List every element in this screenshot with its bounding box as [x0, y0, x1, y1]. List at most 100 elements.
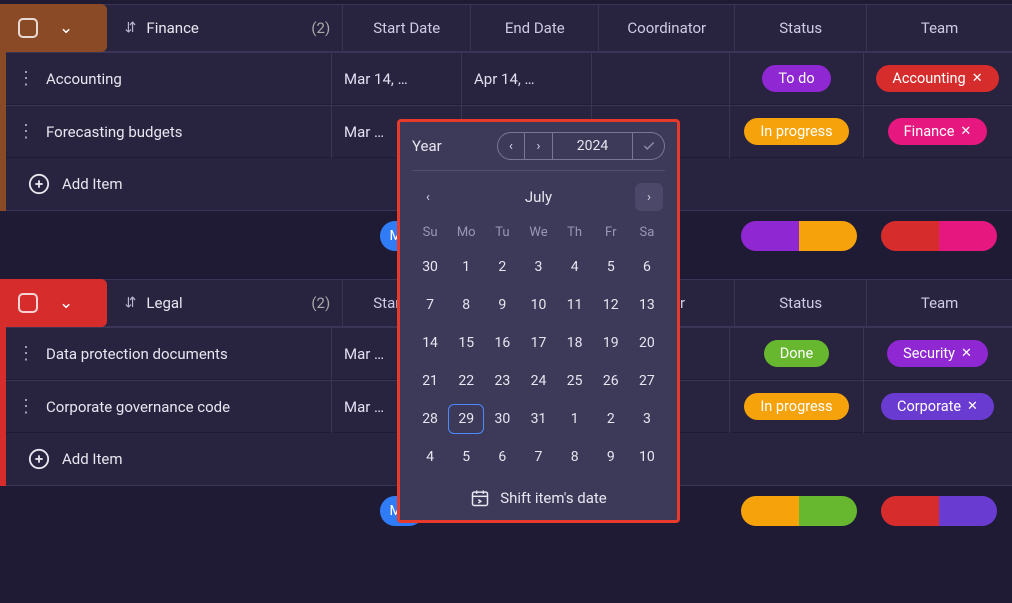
- column-header-coordinator[interactable]: Coordinator: [598, 4, 734, 52]
- group-checkbox[interactable]: [18, 18, 38, 38]
- calendar-day[interactable]: 12: [593, 290, 629, 320]
- column-header-status[interactable]: Status: [734, 4, 866, 52]
- calendar-day[interactable]: 21: [412, 366, 448, 396]
- item-name[interactable]: Corporate governance code: [46, 398, 331, 416]
- calendar-day[interactable]: 28: [412, 404, 448, 434]
- month-next-button[interactable]: ›: [635, 183, 663, 211]
- calendar-day[interactable]: 18: [557, 328, 593, 358]
- group-name[interactable]: Finance: [146, 19, 311, 37]
- year-confirm-button[interactable]: [633, 132, 665, 160]
- calendar-day[interactable]: 20: [629, 328, 665, 358]
- column-header-team[interactable]: Team: [866, 279, 1012, 327]
- item-name[interactable]: Accounting: [46, 70, 331, 88]
- calendar-day[interactable]: 23: [484, 366, 520, 396]
- calendar-day[interactable]: 3: [520, 252, 556, 282]
- calendar-day[interactable]: 15: [448, 328, 484, 358]
- collapse-icon[interactable]: ⇵: [125, 295, 137, 311]
- status-badge[interactable]: In progress: [744, 118, 848, 145]
- status-badge[interactable]: To do: [762, 65, 830, 92]
- calendar-day[interactable]: 24: [520, 366, 556, 396]
- calendar-day[interactable]: 4: [557, 252, 593, 282]
- column-header-start[interactable]: Start Date: [342, 4, 470, 52]
- calendar-day[interactable]: 22: [448, 366, 484, 396]
- chevron-down-icon[interactable]: ⌄: [59, 293, 73, 313]
- column-header-team[interactable]: Team: [866, 4, 1012, 52]
- cell-start-date[interactable]: Mar 14, …: [331, 52, 461, 105]
- month-label: July: [525, 188, 552, 206]
- team-tag[interactable]: Accounting ✕: [876, 65, 998, 92]
- group-name[interactable]: Legal: [146, 294, 311, 312]
- calendar-day[interactable]: 2: [593, 404, 629, 434]
- calendar-day[interactable]: 10: [520, 290, 556, 320]
- calendar-day[interactable]: 17: [520, 328, 556, 358]
- calendar-day[interactable]: 29: [448, 404, 484, 434]
- cell-end-date[interactable]: Apr 14, …: [461, 52, 591, 105]
- calendar-day[interactable]: 7: [520, 442, 556, 472]
- row-menu-icon[interactable]: ⋮: [6, 403, 46, 410]
- calendar-day[interactable]: 26: [593, 366, 629, 396]
- status-badge[interactable]: In progress: [744, 393, 848, 420]
- close-icon[interactable]: ✕: [967, 399, 978, 414]
- calendar-day[interactable]: 19: [593, 328, 629, 358]
- calendar-day[interactable]: 13: [629, 290, 665, 320]
- calendar-day[interactable]: 5: [448, 442, 484, 472]
- calendar-day[interactable]: 2: [484, 252, 520, 282]
- table-row[interactable]: ⋮ Accounting Mar 14, … Apr 14, … To do A…: [0, 52, 1012, 105]
- month-prev-button[interactable]: ‹: [414, 183, 442, 211]
- calendar-day[interactable]: 30: [484, 404, 520, 434]
- calendar-day[interactable]: 5: [593, 252, 629, 282]
- team-tag[interactable]: Corporate ✕: [881, 393, 994, 420]
- calendar-day[interactable]: 31: [520, 404, 556, 434]
- chevron-down-icon[interactable]: ⌄: [59, 18, 73, 38]
- team-tag[interactable]: Finance ✕: [888, 118, 988, 145]
- calendar-day[interactable]: 7: [412, 290, 448, 320]
- calendar-day[interactable]: 16: [484, 328, 520, 358]
- row-menu-icon[interactable]: ⋮: [6, 75, 46, 82]
- item-name[interactable]: Data protection documents: [46, 345, 331, 363]
- close-icon[interactable]: ✕: [972, 71, 983, 86]
- cell-status[interactable]: In progress: [729, 380, 863, 433]
- cell-status[interactable]: Done: [729, 327, 863, 380]
- calendar-shift-icon: [470, 488, 490, 508]
- calendar-day[interactable]: 4: [412, 442, 448, 472]
- status-badge[interactable]: Done: [764, 340, 829, 367]
- cell-team[interactable]: Accounting ✕: [863, 52, 1011, 105]
- calendar-day[interactable]: 6: [629, 252, 665, 282]
- cell-team[interactable]: Security ✕: [863, 327, 1011, 380]
- column-header-end[interactable]: End Date: [470, 4, 598, 52]
- collapse-icon[interactable]: ⇵: [125, 20, 137, 36]
- cell-status[interactable]: In progress: [729, 105, 863, 158]
- calendar-day[interactable]: 8: [448, 290, 484, 320]
- row-menu-icon[interactable]: ⋮: [6, 128, 46, 135]
- year-next-button[interactable]: ›: [525, 132, 553, 160]
- calendar-day[interactable]: 30: [412, 252, 448, 282]
- close-icon[interactable]: ✕: [960, 124, 971, 139]
- group-checkbox[interactable]: [18, 293, 38, 313]
- team-tag[interactable]: Security ✕: [887, 340, 988, 367]
- calendar-day[interactable]: 27: [629, 366, 665, 396]
- calendar-day[interactable]: 9: [484, 290, 520, 320]
- group-header: ⌄ ⇵ Finance (2) Start Date End Date Coor…: [0, 4, 1012, 52]
- calendar-day[interactable]: 9: [593, 442, 629, 472]
- cell-team[interactable]: Corporate ✕: [863, 380, 1011, 433]
- calendar-day[interactable]: 1: [557, 404, 593, 434]
- close-icon[interactable]: ✕: [961, 346, 972, 361]
- shift-date-button[interactable]: Shift item's date: [412, 476, 665, 508]
- calendar-day[interactable]: 3: [629, 404, 665, 434]
- summary-status-pill: [741, 496, 857, 526]
- cell-coordinator[interactable]: [591, 52, 729, 105]
- calendar-day[interactable]: 25: [557, 366, 593, 396]
- column-header-status[interactable]: Status: [734, 279, 866, 327]
- calendar-day[interactable]: 6: [484, 442, 520, 472]
- calendar-day[interactable]: 8: [557, 442, 593, 472]
- year-prev-button[interactable]: ‹: [497, 132, 525, 160]
- calendar-day[interactable]: 10: [629, 442, 665, 472]
- row-menu-icon[interactable]: ⋮: [6, 350, 46, 357]
- cell-team[interactable]: Finance ✕: [863, 105, 1011, 158]
- calendar-day[interactable]: 11: [557, 290, 593, 320]
- calendar-day[interactable]: 14: [412, 328, 448, 358]
- year-value[interactable]: 2024: [553, 132, 633, 160]
- item-name[interactable]: Forecasting budgets: [46, 123, 331, 141]
- cell-status[interactable]: To do: [729, 52, 863, 105]
- calendar-day[interactable]: 1: [448, 252, 484, 282]
